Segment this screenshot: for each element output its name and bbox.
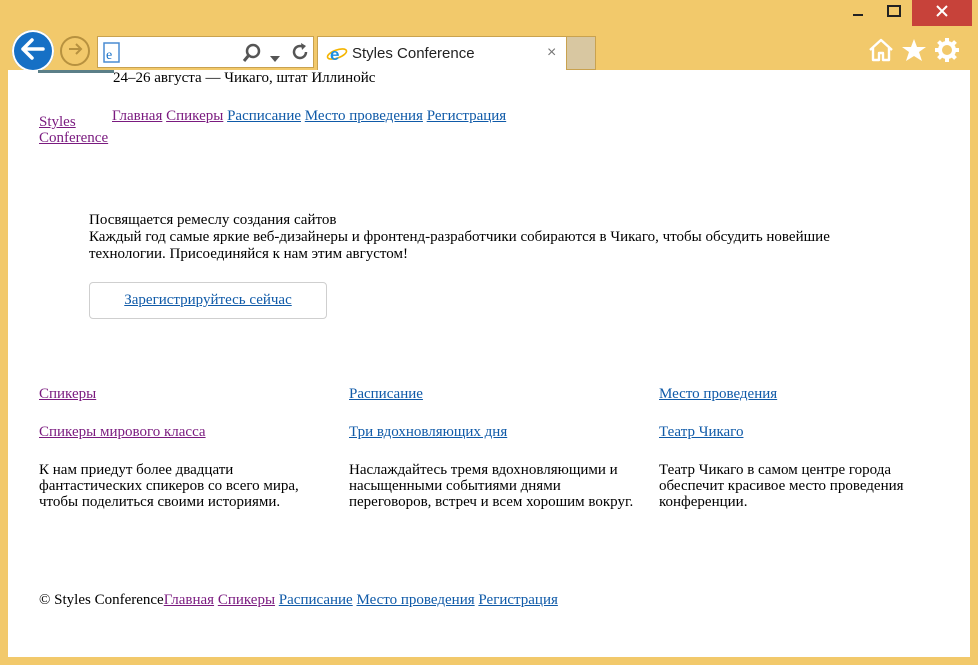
forward-arrow-icon xyxy=(67,42,83,61)
star-icon xyxy=(901,38,927,67)
header-accent-bar xyxy=(38,70,114,73)
footer-link-schedule[interactable]: Расписание xyxy=(279,592,353,608)
tab-close-button[interactable]: × xyxy=(547,44,556,62)
svg-text:e: e xyxy=(106,48,112,63)
footer-link-speakers[interactable]: Спикеры xyxy=(218,592,275,608)
new-tab-button[interactable] xyxy=(567,36,596,70)
search-icon[interactable] xyxy=(242,43,262,68)
favorites-button[interactable] xyxy=(901,38,927,67)
primary-nav: Главная Спикеры Расписание Место проведе… xyxy=(112,108,506,125)
column-heading-link[interactable]: Спикеры xyxy=(39,386,324,402)
hero-tagline: Посвящается ремеслу создания сайтов xyxy=(89,212,337,228)
feature-column-venue: Место проведения Театр Чикаго Театр Чика… xyxy=(659,386,944,510)
maximize-icon xyxy=(887,4,901,22)
minimize-icon xyxy=(852,4,864,22)
nav-link-speakers[interactable]: Спикеры xyxy=(166,108,223,124)
dropdown-icon[interactable] xyxy=(270,49,280,67)
feature-column-schedule: Расписание Три вдохновляющих дня Наслажд… xyxy=(349,386,634,510)
home-button[interactable] xyxy=(868,38,894,67)
tab-title: Styles Conference xyxy=(352,45,475,62)
footer: © Styles ConferenceГлавная Спикеры Распи… xyxy=(39,592,558,609)
forward-button[interactable] xyxy=(60,36,90,66)
minimize-button[interactable] xyxy=(840,0,876,26)
nav-link-venue[interactable]: Место проведения xyxy=(305,108,423,124)
maximize-button[interactable] xyxy=(876,0,912,26)
back-button[interactable] xyxy=(12,30,54,72)
close-window-button[interactable] xyxy=(912,0,972,26)
nav-link-register[interactable]: Регистрация xyxy=(427,108,507,124)
conference-date-location: 24–26 августа — Чикаго, штат Иллинойс xyxy=(113,70,376,86)
back-arrow-icon xyxy=(20,37,46,65)
close-icon xyxy=(936,4,948,22)
column-body: Театр Чикаго в самом центре города обесп… xyxy=(659,462,904,510)
gear-icon xyxy=(934,37,960,68)
page-icon: e xyxy=(102,42,122,69)
browser-window: e e Styles Conference × 24–26 августа — … xyxy=(0,0,978,665)
site-logo-link[interactable]: Styles Conference xyxy=(39,114,119,146)
nav-link-home[interactable]: Главная xyxy=(112,108,162,124)
hero-description: Каждый год самые яркие веб-дизайнеры и ф… xyxy=(89,229,830,262)
home-icon xyxy=(868,38,894,67)
settings-button[interactable] xyxy=(934,37,960,68)
column-subheading-link[interactable]: Театр Чикаго xyxy=(659,424,944,440)
column-subheading-link[interactable]: Спикеры мирового класса xyxy=(39,424,324,440)
footer-link-register[interactable]: Регистрация xyxy=(478,592,558,608)
nav-link-schedule[interactable]: Расписание xyxy=(227,108,301,124)
footer-link-home[interactable]: Главная xyxy=(164,592,214,608)
column-body: К нам приедут более двадцати фантастичес… xyxy=(39,462,299,510)
ie-icon: e xyxy=(326,44,348,69)
column-heading-link[interactable]: Расписание xyxy=(349,386,634,402)
page-viewport: 24–26 августа — Чикаго, штат Иллинойс St… xyxy=(8,70,970,657)
browser-tab[interactable]: e Styles Conference × xyxy=(317,36,567,70)
feature-column-speakers: Спикеры Спикеры мирового класса К нам пр… xyxy=(39,386,324,510)
column-heading-link[interactable]: Место проведения xyxy=(659,386,944,402)
address-bar[interactable]: e xyxy=(97,36,314,68)
column-subheading-link[interactable]: Три вдохновляющих дня xyxy=(349,424,634,440)
footer-copyright: © Styles Conference xyxy=(39,592,164,608)
svg-text:e: e xyxy=(330,45,339,64)
footer-link-venue[interactable]: Место проведения xyxy=(356,592,474,608)
refresh-icon[interactable] xyxy=(290,42,310,67)
register-now-button[interactable]: Зарегистрируйтесь сейчас xyxy=(89,282,327,319)
column-body: Наслаждайтесь тремя вдохновляющими и нас… xyxy=(349,462,634,510)
